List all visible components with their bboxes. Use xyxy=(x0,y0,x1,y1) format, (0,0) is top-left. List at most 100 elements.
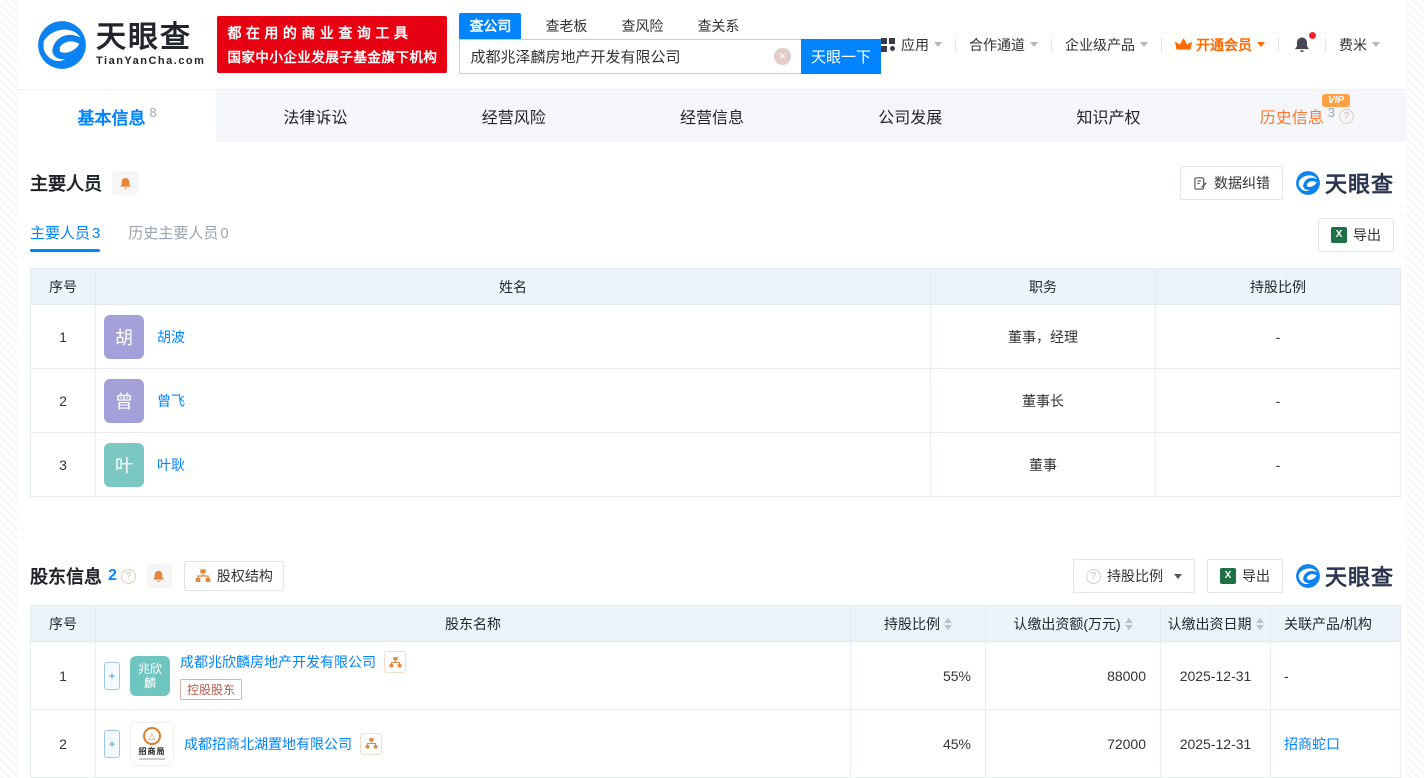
tab-company-development[interactable]: 公司发展 xyxy=(811,90,1009,142)
logo-domain: TianYanCha.com xyxy=(96,55,205,67)
logo-text: 天眼查 TianYanCha.com xyxy=(96,23,205,67)
controlling-shareholder-tag: 控股股东 xyxy=(180,679,242,700)
ratio-cell: 55% xyxy=(851,642,986,710)
logo-subtext xyxy=(139,758,165,760)
related-cell: - xyxy=(1271,642,1401,710)
ratio-filter-label: 持股比例 xyxy=(1107,566,1163,586)
search-tab-boss[interactable]: 查老板 xyxy=(535,13,597,39)
divider xyxy=(1325,38,1326,52)
chevron-down-icon xyxy=(1174,574,1182,579)
equity-structure-icon[interactable] xyxy=(360,733,382,755)
sort-icon[interactable] xyxy=(1125,618,1133,630)
expand-button[interactable]: + xyxy=(104,662,120,690)
tab-legal[interactable]: 法律诉讼 xyxy=(216,90,414,142)
col-header-ratio: 持股比例 xyxy=(1156,269,1401,305)
row-no: 1 xyxy=(31,642,96,710)
ratio-cell: - xyxy=(1156,305,1401,369)
col-header-ratio[interactable]: 持股比例 xyxy=(851,606,986,642)
person-link[interactable]: 胡波 xyxy=(157,327,185,347)
date-cell: 2025-12-31 xyxy=(1161,642,1271,710)
excel-icon: X xyxy=(1220,568,1236,584)
search-tab-relation[interactable]: 查关系 xyxy=(687,13,749,39)
search-tab-risk[interactable]: 查风险 xyxy=(611,13,673,39)
subtab-history-staff[interactable]: 历史主要人员0 xyxy=(128,222,228,252)
tab-history-info[interactable]: VIP 历史信息 3 ? xyxy=(1208,90,1406,142)
tab-intellectual-property[interactable]: 知识产权 xyxy=(1009,90,1207,142)
tianyancha-logo-icon xyxy=(36,19,88,71)
notification-bell-icon[interactable] xyxy=(1292,35,1312,55)
col-header-name: 姓名 xyxy=(96,269,931,305)
col-header-related: 关联产品/机构 xyxy=(1271,606,1401,642)
col-header-amount[interactable]: 认缴出资额(万元) xyxy=(986,606,1161,642)
related-cell: 招商蛇口 xyxy=(1271,710,1401,778)
company-logo: △ 招商局 xyxy=(130,722,174,766)
col-header-label: 认缴出资日期 xyxy=(1168,614,1252,634)
excel-icon: X xyxy=(1331,227,1347,243)
tab-label: 历史信息 xyxy=(1260,104,1324,128)
staff-table-header-row: 序号 姓名 职务 持股比例 xyxy=(31,269,1401,305)
search-button[interactable]: 天眼一下 xyxy=(801,39,881,74)
monitor-bell-icon[interactable] xyxy=(146,564,172,588)
help-icon[interactable]: ? xyxy=(1339,109,1354,124)
tab-operating-info[interactable]: 经营信息 xyxy=(613,90,811,142)
search-tab-company[interactable]: 查公司 xyxy=(459,13,521,39)
position-cell: 董事，经理 xyxy=(931,305,1156,369)
equity-structure-icon[interactable] xyxy=(384,651,406,673)
main-content: 主要人员 数据纠错 xyxy=(18,166,1406,778)
table-row: 2 + △ 招商局 成都招商北湖置地有限公司 xyxy=(31,710,1401,778)
divider xyxy=(1161,38,1162,52)
tab-operating-risk[interactable]: 经营风险 xyxy=(415,90,613,142)
table-row: 2 曾 曾飞 董事长 - xyxy=(31,369,1401,433)
position-cell: 董事 xyxy=(931,433,1156,497)
sort-icon[interactable] xyxy=(1256,618,1264,630)
company-tab-bar: 基本信息 8 法律诉讼 经营风险 经营信息 公司发展 知识产权 VIP 历史信息… xyxy=(18,90,1406,142)
nav-user-menu[interactable]: 费米 xyxy=(1339,35,1380,55)
org-chart-icon xyxy=(195,568,211,584)
chevron-down-icon xyxy=(1030,42,1038,47)
position-cell: 董事长 xyxy=(931,369,1156,433)
watermark-text: 天眼查 xyxy=(1325,560,1394,592)
person-link[interactable]: 曾飞 xyxy=(157,391,185,411)
nav-enterprise-label: 企业级产品 xyxy=(1065,35,1135,55)
banner-line2: 国家中小企业发展子基金旗下机构 xyxy=(227,46,437,66)
tab-count: 8 xyxy=(150,105,157,120)
subtab-current-staff[interactable]: 主要人员3 xyxy=(30,222,100,252)
tab-label: 公司发展 xyxy=(878,104,942,128)
nav-apps[interactable]: 应用 xyxy=(881,35,942,55)
avatar: 胡 xyxy=(104,315,144,359)
col-header-date[interactable]: 认缴出资日期 xyxy=(1161,606,1271,642)
tab-basic-info[interactable]: 基本信息 8 xyxy=(18,90,216,142)
export-shareholders-button[interactable]: X 导出 xyxy=(1207,559,1283,593)
logo-title: 天眼查 xyxy=(96,23,205,53)
help-icon[interactable]: ? xyxy=(121,569,136,584)
subtab-count: 0 xyxy=(220,225,228,242)
ratio-cell: - xyxy=(1156,369,1401,433)
avatar: 兆欣麟 xyxy=(130,656,170,696)
tab-label: 知识产权 xyxy=(1077,104,1141,128)
equity-structure-label: 股权结构 xyxy=(217,566,273,586)
sort-icon[interactable] xyxy=(944,618,952,630)
tianyancha-logo[interactable]: 天眼查 TianYanCha.com xyxy=(36,19,205,71)
staff-section-header: 主要人员 数据纠错 xyxy=(30,166,1394,200)
chevron-down-icon xyxy=(1372,42,1380,47)
related-product-link[interactable]: 招商蛇口 xyxy=(1284,736,1340,752)
expand-button[interactable]: + xyxy=(104,730,120,758)
search-input[interactable] xyxy=(459,39,801,74)
shareholder-link[interactable]: 成都招商北湖置地有限公司 xyxy=(184,734,352,754)
nav-partner[interactable]: 合作通道 xyxy=(969,35,1038,55)
nav-enterprise[interactable]: 企业级产品 xyxy=(1065,35,1148,55)
export-staff-button[interactable]: X 导出 xyxy=(1318,218,1394,252)
help-icon: ? xyxy=(1086,569,1101,584)
person-link[interactable]: 叶耿 xyxy=(157,455,185,475)
nav-member-label: 开通会员 xyxy=(1196,35,1252,55)
ratio-filter-dropdown[interactable]: ? 持股比例 xyxy=(1073,559,1195,593)
equity-structure-button[interactable]: 股权结构 xyxy=(184,561,284,591)
monitor-bell-icon[interactable] xyxy=(112,171,138,195)
notification-dot xyxy=(1309,32,1316,39)
username: 费米 xyxy=(1339,35,1367,55)
shareholder-link[interactable]: 成都兆欣麟房地产开发有限公司 xyxy=(180,652,376,672)
search-tabs: 查公司 查老板 查风险 查关系 xyxy=(459,15,881,39)
nav-open-membership[interactable]: 开通会员 xyxy=(1175,35,1265,55)
data-correction-button[interactable]: 数据纠错 xyxy=(1180,166,1283,200)
clear-search-icon[interactable]: × xyxy=(774,48,791,65)
